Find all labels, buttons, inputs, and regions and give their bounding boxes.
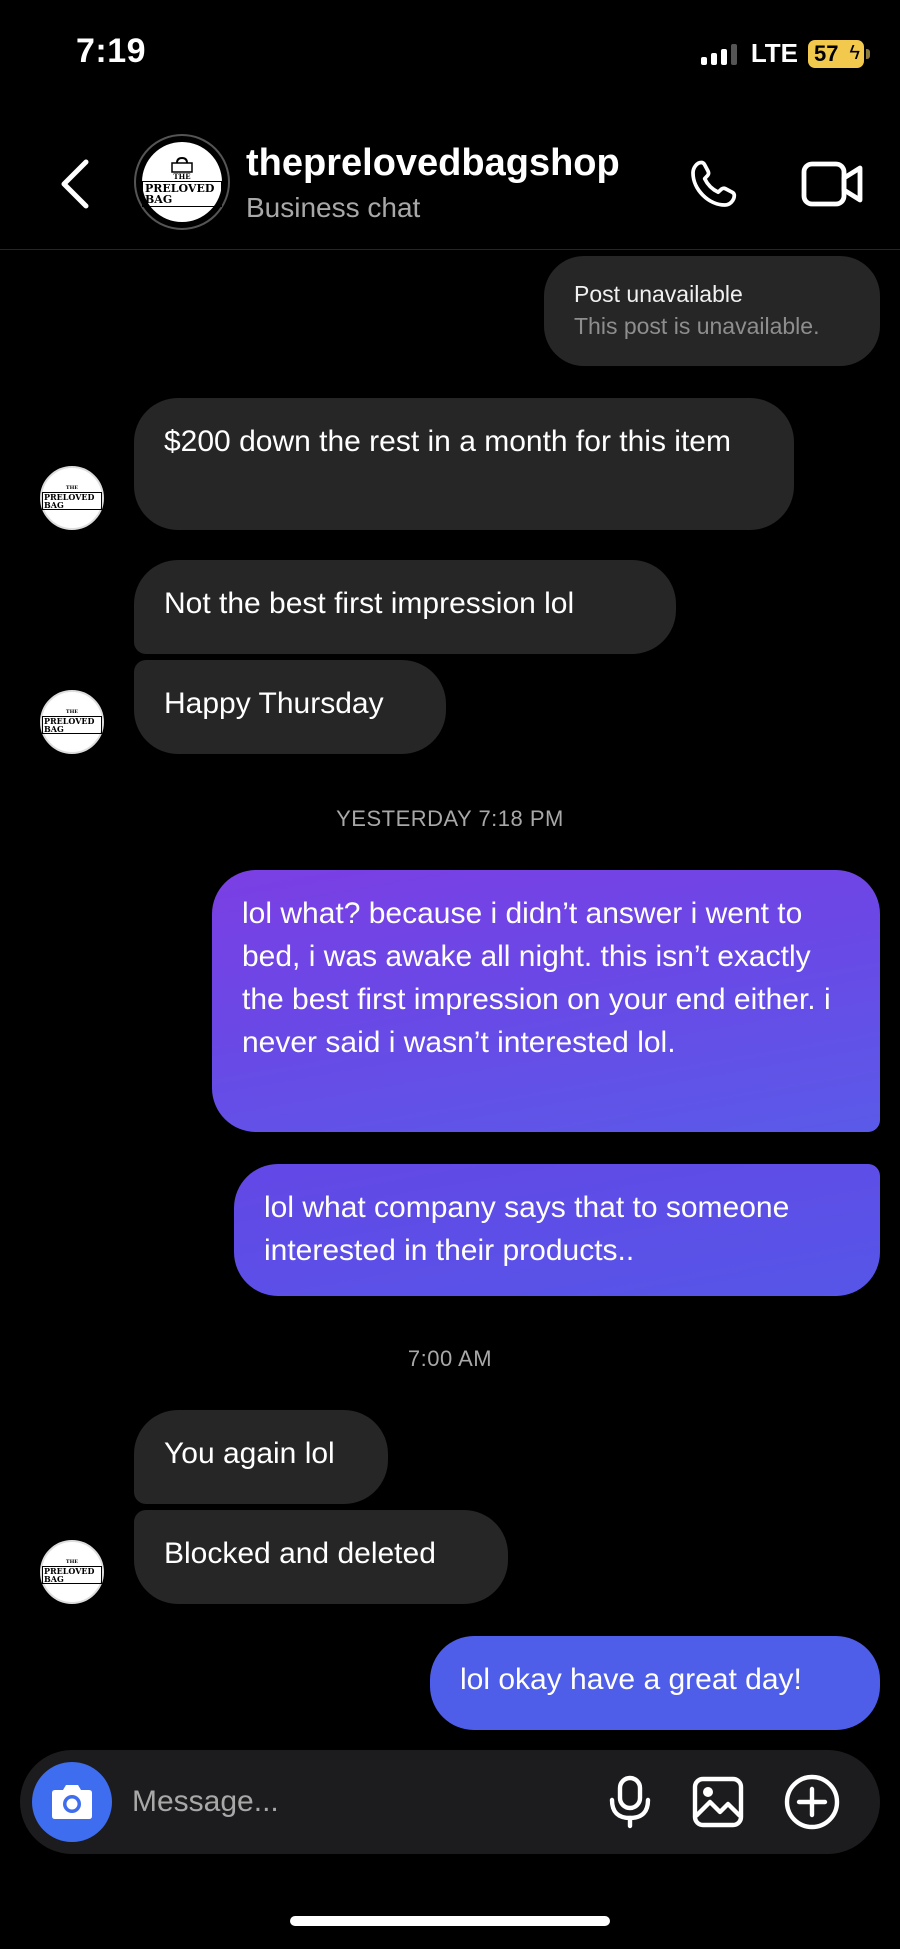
sender-avatar[interactable]: THE PRELOVED BAG [40, 1540, 104, 1604]
message-composer [20, 1750, 880, 1854]
battery-icon: 57 ϟ [808, 39, 870, 68]
message-text: lol okay have a great day! [460, 1663, 802, 1696]
message-bubble-incoming[interactable]: You again lol [134, 1410, 388, 1504]
battery-level: 57 [814, 40, 839, 66]
signal-icon [700, 43, 737, 65]
chat-type-label: Business chat [246, 192, 421, 223]
sender-avatar[interactable]: THE PRELOVED BAG [40, 466, 104, 530]
home-indicator[interactable] [290, 1916, 610, 1926]
message-input[interactable] [132, 1772, 592, 1832]
shared-post-title: Post unavailable [574, 281, 743, 307]
image-icon [692, 1776, 744, 1828]
status-indicators: LTE 57 ϟ [700, 38, 870, 69]
back-button[interactable] [56, 156, 96, 212]
status-bar: 7:19 LTE 57 ϟ [0, 0, 900, 110]
microphone-icon [609, 1775, 651, 1829]
shared-post-card[interactable]: Post unavailable This post is unavailabl… [544, 256, 880, 366]
microphone-button[interactable] [602, 1774, 658, 1830]
message-bubble-outgoing[interactable]: lol what? because i didn’t answer i went… [212, 870, 880, 1132]
message-bubble-incoming[interactable]: Blocked and deleted [134, 1510, 508, 1604]
message-bubble-incoming[interactable]: $200 down the rest in a month for this i… [134, 398, 794, 530]
message-text: Blocked and deleted [164, 1537, 436, 1570]
timestamp-divider: YESTERDAY 7:18 PM [336, 806, 564, 831]
chat-screen: 7:19 LTE 57 ϟ THE PRELOVED BAG theprelov… [0, 0, 900, 1949]
call-button[interactable] [686, 156, 742, 212]
camera-button[interactable] [32, 1762, 112, 1842]
chevron-left-icon [61, 159, 89, 209]
message-text: Happy Thursday [164, 687, 384, 720]
shop-name[interactable]: theprelovedbagshop [246, 142, 620, 185]
camera-icon [52, 1785, 92, 1819]
logo-line1: THE [173, 172, 191, 181]
message-bubble-incoming[interactable]: Not the best first impression lol [134, 560, 676, 654]
message-text: lol what? because i didn’t answer i went… [242, 897, 831, 1059]
video-call-button[interactable] [800, 156, 864, 212]
message-bubble-outgoing[interactable]: lol okay have a great day! [430, 1636, 880, 1730]
plus-circle-icon [784, 1774, 840, 1830]
timestamp-divider: 7:00 AM [407, 1346, 493, 1371]
shop-avatar[interactable]: THE PRELOVED BAG [134, 134, 230, 230]
message-text: lol what company says that to someone in… [264, 1191, 790, 1267]
sender-avatar[interactable]: THE PRELOVED BAG [40, 690, 104, 754]
logo-line2: PRELOVED BAG [142, 181, 222, 207]
phone-icon [691, 160, 737, 207]
chat-header: THE PRELOVED BAG theprelovedbagshop Busi… [0, 118, 900, 250]
network-label: LTE [750, 38, 798, 68]
shared-post-description: This post is unavailable. [574, 313, 820, 339]
charging-icon: ϟ [849, 41, 860, 64]
gallery-button[interactable] [690, 1774, 746, 1830]
add-content-button[interactable] [782, 1772, 842, 1832]
message-bubble-incoming[interactable]: Happy Thursday [134, 660, 446, 754]
message-text: You again lol [164, 1437, 335, 1470]
message-text: Not the best first impression lol [164, 587, 575, 620]
bag-logo-icon [171, 157, 193, 173]
message-bubble-outgoing[interactable]: lol what company says that to someone in… [234, 1164, 880, 1296]
status-time: 7:19 [76, 32, 147, 70]
video-camera-icon [801, 161, 863, 207]
message-text: $200 down the rest in a month for this i… [164, 425, 731, 458]
